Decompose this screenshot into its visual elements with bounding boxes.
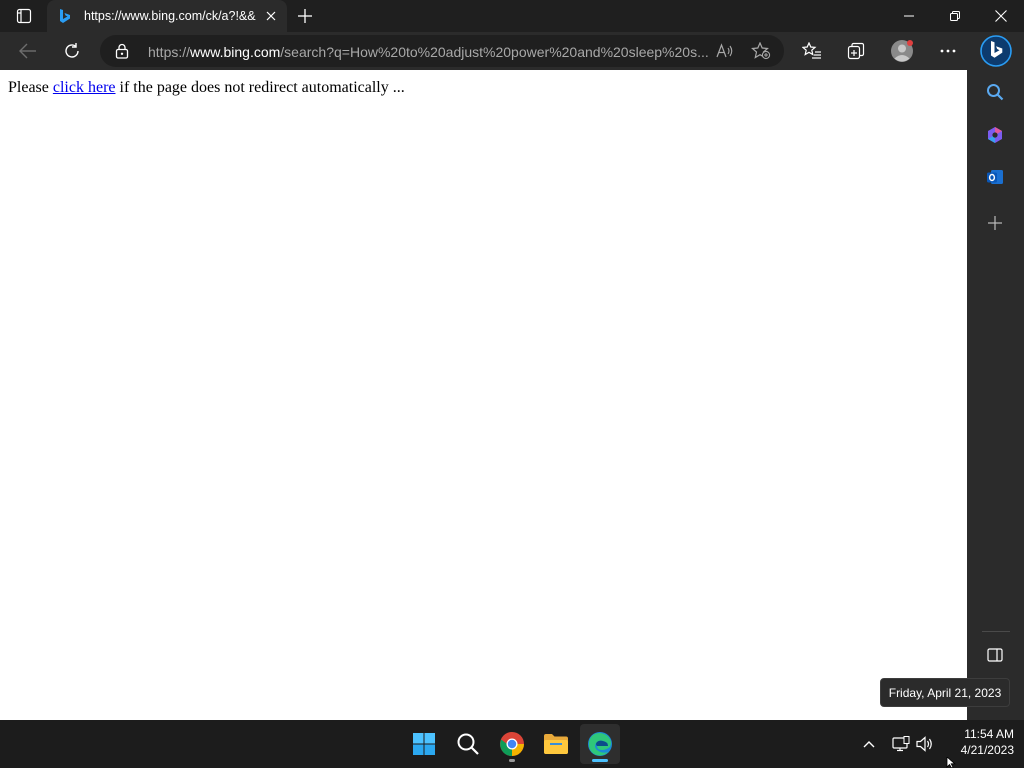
chrome-icon xyxy=(500,732,524,756)
taskbar-search-button[interactable] xyxy=(448,724,488,764)
minimize-button[interactable] xyxy=(886,0,932,32)
folder-icon xyxy=(544,734,568,754)
avatar xyxy=(891,40,913,62)
click-here-link[interactable]: click here xyxy=(53,79,116,96)
redirect-message: Please click here if the page does not r… xyxy=(8,79,405,97)
start-button[interactable] xyxy=(404,724,444,764)
copilot-icon xyxy=(988,127,1002,143)
bing-chat-button[interactable] xyxy=(978,33,1014,69)
clock-date: 4/21/2023 xyxy=(960,743,1014,757)
sidebar-copilot-button[interactable] xyxy=(981,121,1009,149)
show-hidden-icons-button[interactable] xyxy=(857,732,881,756)
collections-button[interactable] xyxy=(840,35,872,67)
settings-more-button[interactable] xyxy=(932,35,964,67)
network-icon xyxy=(892,736,910,752)
favorites-icon xyxy=(802,42,821,59)
hide-sidebar-button[interactable] xyxy=(981,641,1009,669)
minimize-icon xyxy=(904,15,914,17)
close-icon xyxy=(266,11,276,21)
clock-time: 11:54 AM xyxy=(964,727,1014,741)
profile-button[interactable] xyxy=(886,35,918,67)
read-aloud-icon xyxy=(716,43,733,58)
browser-toolbar: https://www.bing.com/search?q=How%20to%2… xyxy=(0,32,1024,70)
taskbar: 11:54 AM 4/21/2023 xyxy=(0,720,1024,768)
arrow-left-icon xyxy=(19,43,36,59)
add-favorite-button[interactable] xyxy=(750,41,772,61)
redirect-text-before: Please xyxy=(8,79,53,96)
edge-sidebar xyxy=(967,70,1024,720)
new-tab-button[interactable] xyxy=(292,4,318,28)
tab-actions-button[interactable] xyxy=(8,4,40,28)
network-button[interactable] xyxy=(889,732,913,756)
lock-icon[interactable] xyxy=(114,43,130,59)
speaker-icon xyxy=(916,736,932,752)
windows-icon xyxy=(413,733,435,755)
date-tooltip: Friday, April 21, 2023 xyxy=(880,678,1010,707)
taskbar-chrome-button[interactable] xyxy=(492,724,532,764)
sidebar-search-button[interactable] xyxy=(981,78,1009,106)
taskbar-file-explorer-button[interactable] xyxy=(536,724,576,764)
taskbar-edge-button[interactable] xyxy=(580,724,620,764)
sidebar-divider xyxy=(982,631,1010,632)
outlook-icon xyxy=(987,170,1003,184)
tab-close-button[interactable] xyxy=(261,6,281,26)
sidebar-panel-icon xyxy=(987,648,1003,662)
chevron-up-icon xyxy=(863,741,875,748)
back-button[interactable] xyxy=(12,35,44,67)
add-icon xyxy=(988,216,1002,230)
tab-actions-icon xyxy=(16,8,32,24)
search-icon xyxy=(457,733,479,755)
url-host: www.bing.com xyxy=(190,44,281,60)
url-text[interactable]: https://www.bing.com/search?q=How%20to%2… xyxy=(148,43,708,61)
bing-icon xyxy=(57,8,73,24)
sidebar-add-button[interactable] xyxy=(981,209,1009,237)
search-icon xyxy=(987,84,1004,101)
read-aloud-button[interactable] xyxy=(714,41,736,61)
title-bar: https://www.bing.com/ck/a?!&&p xyxy=(0,0,1024,32)
running-indicator xyxy=(509,759,515,762)
close-icon xyxy=(995,10,1007,22)
refresh-icon xyxy=(65,43,79,58)
restore-icon xyxy=(950,11,960,21)
url-path: /search?q=How%20to%20adjust%20power%20an… xyxy=(280,44,708,60)
tab-title: https://www.bing.com/ck/a?!&&p xyxy=(84,9,256,23)
refresh-button[interactable] xyxy=(56,35,88,67)
url-prefix: https:// xyxy=(148,44,191,60)
address-bar[interactable]: https://www.bing.com/search?q=How%20to%2… xyxy=(100,35,784,67)
mouse-cursor-icon xyxy=(946,757,956,768)
sidebar-outlook-button[interactable] xyxy=(981,163,1009,191)
bing-icon xyxy=(980,35,1012,67)
volume-button[interactable] xyxy=(913,732,937,756)
close-window-button[interactable] xyxy=(978,0,1024,32)
active-indicator xyxy=(592,759,608,762)
browser-tab[interactable]: https://www.bing.com/ck/a?!&&p xyxy=(47,0,287,32)
favorites-button[interactable] xyxy=(796,35,828,67)
edge-icon xyxy=(588,732,612,756)
plus-icon xyxy=(298,9,312,23)
restore-button[interactable] xyxy=(932,0,978,32)
page-content: Please click here if the page does not r… xyxy=(0,70,967,720)
more-icon xyxy=(940,49,956,53)
star-add-icon xyxy=(751,42,771,60)
redirect-text-after: if the page does not redirect automatica… xyxy=(115,79,405,96)
collections-icon xyxy=(847,42,865,60)
